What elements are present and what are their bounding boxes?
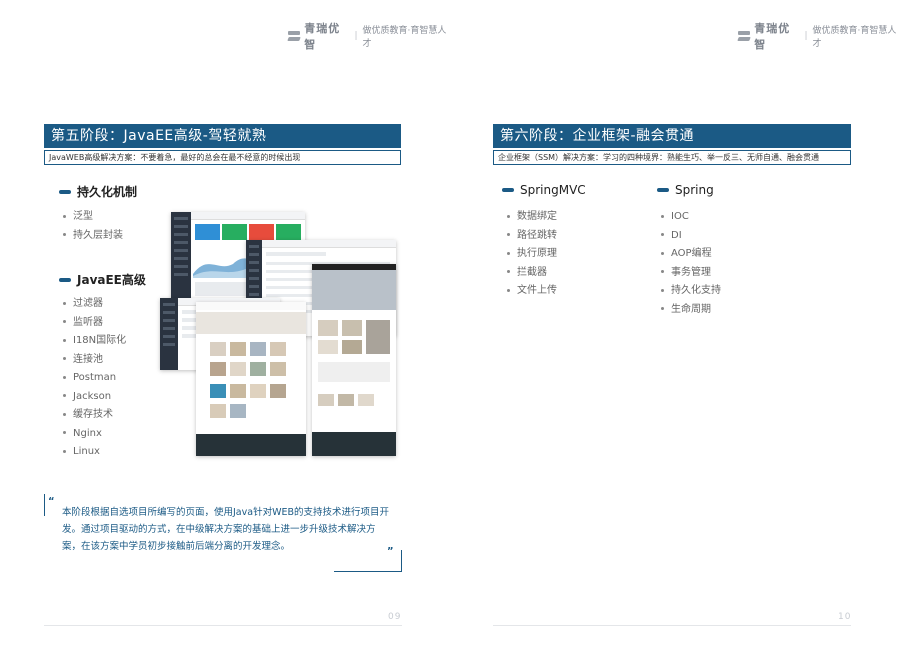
bullet-icon <box>507 233 510 236</box>
quote-box: “ ” 本阶段根据自选项目所编写的页面，使用Java针对WEB的支持技术进行项目… <box>44 494 402 572</box>
bullet-icon <box>661 288 664 292</box>
bullet-list: IOC DI AOP编程 事务管理 持久化支持 生命周期 <box>661 208 721 319</box>
bullet-icon <box>63 233 66 236</box>
right-page: 青瑞优智 | 做优质教育·育智慧人才 第六阶段：企业框架-融会贯通 企业框架（S… <box>450 0 900 649</box>
bullet-icon <box>63 394 66 397</box>
list-item: 监听器 <box>63 314 126 333</box>
bullet-list: 泛型 持久层封装 <box>63 208 123 245</box>
open-quote-icon: “ <box>48 496 55 507</box>
bullet-icon <box>63 338 66 342</box>
bullet-list: 数据绑定 路径跳转 执行原理 拦截器 文件上传 <box>507 208 557 301</box>
bullet-icon <box>507 214 510 218</box>
bullet-icon <box>661 307 664 310</box>
page-number: 10 <box>838 612 852 622</box>
list-item: 过滤器 <box>63 295 126 314</box>
bullet-icon <box>63 412 66 416</box>
bullet-icon <box>63 320 66 323</box>
list-item: Nginx <box>63 425 126 444</box>
bullet-icon <box>63 375 66 379</box>
list-item: Postman <box>63 369 126 388</box>
quote-text: 本阶段根据自选项目所编写的页面，使用Java针对WEB的支持技术进行项目开发。通… <box>62 507 389 552</box>
bullet-icon <box>63 214 66 218</box>
list-item: AOP编程 <box>661 245 721 264</box>
list-item: 泛型 <box>63 208 123 227</box>
list-item: Jackson <box>63 388 126 407</box>
bullet-icon <box>661 251 664 255</box>
bullet-icon <box>507 251 510 255</box>
list-item: 数据绑定 <box>507 208 557 227</box>
list-item: 执行原理 <box>507 245 557 264</box>
list-item: I18N国际化 <box>63 332 126 351</box>
list-item: DI <box>661 227 721 246</box>
section-bar-icon <box>59 277 71 282</box>
footer-divider <box>44 625 402 626</box>
bullet-icon <box>507 270 510 273</box>
section-bar-icon <box>59 189 71 194</box>
brand-name: 青瑞优智 <box>304 22 341 51</box>
bullet-icon <box>63 449 66 453</box>
bullet-icon <box>63 431 66 434</box>
list-item: 事务管理 <box>661 264 721 283</box>
brand-slogan: 做优质教育·育智慧人才 <box>362 26 447 49</box>
section-bar-icon <box>657 188 669 192</box>
list-item: 生命周期 <box>661 301 721 320</box>
section-heading: Spring <box>657 183 714 197</box>
left-page: 青瑞优智 | 做优质教育·育智慧人才 第五阶段：JavaEE高级-驾轻就熟 Ja… <box>0 0 450 649</box>
bullet-icon <box>63 357 66 360</box>
brand-header: 青瑞优智 | 做优质教育·育智慧人才 <box>738 20 900 52</box>
list-item: 文件上传 <box>507 282 557 301</box>
list-item: 路径跳转 <box>507 227 557 246</box>
furniture-page-screenshot <box>312 264 396 456</box>
shop-page-screenshot <box>196 302 306 456</box>
brand-header: 青瑞优智 | 做优质教育·育智慧人才 <box>288 20 450 52</box>
list-item: 持久层封装 <box>63 227 123 246</box>
section-bar-icon <box>502 188 514 192</box>
bullet-icon <box>661 233 664 236</box>
bullet-icon <box>661 270 664 273</box>
stage-subtitle: JavaWEB高级解决方案：不要着急，最好的总会在最不经意的时候出现 <box>44 150 401 165</box>
bullet-icon <box>63 301 66 305</box>
bullet-list: 过滤器 监听器 I18N国际化 连接池 Postman Jackson 缓存技术… <box>63 295 126 462</box>
list-item: 连接池 <box>63 351 126 370</box>
bullet-icon <box>661 214 664 218</box>
section-heading: JavaEE高级 <box>59 271 146 288</box>
brand-name: 青瑞优智 <box>754 22 791 51</box>
page-number: 09 <box>388 612 402 622</box>
stage-title: 第六阶段：企业框架-融会贯通 <box>493 124 851 148</box>
list-item: 拦截器 <box>507 264 557 283</box>
list-item: Linux <box>63 443 126 462</box>
footer-divider <box>493 625 851 626</box>
brand-logo-icon <box>738 30 751 42</box>
list-item: 缓存技术 <box>63 406 126 425</box>
section-heading: 持久化机制 <box>59 183 137 200</box>
stage-subtitle: 企业框架（SSM）解决方案：学习的四种境界：熟能生巧、举一反三、无师自通、融会贯… <box>493 150 851 165</box>
brand-slogan: 做优质教育·育智慧人才 <box>812 26 897 49</box>
list-item: IOC <box>661 208 721 227</box>
section-heading: SpringMVC <box>502 183 586 197</box>
stage-title: 第五阶段：JavaEE高级-驾轻就熟 <box>44 124 401 148</box>
list-item: 持久化支持 <box>661 282 721 301</box>
brand-logo-icon <box>288 30 301 42</box>
bullet-icon <box>507 288 510 292</box>
